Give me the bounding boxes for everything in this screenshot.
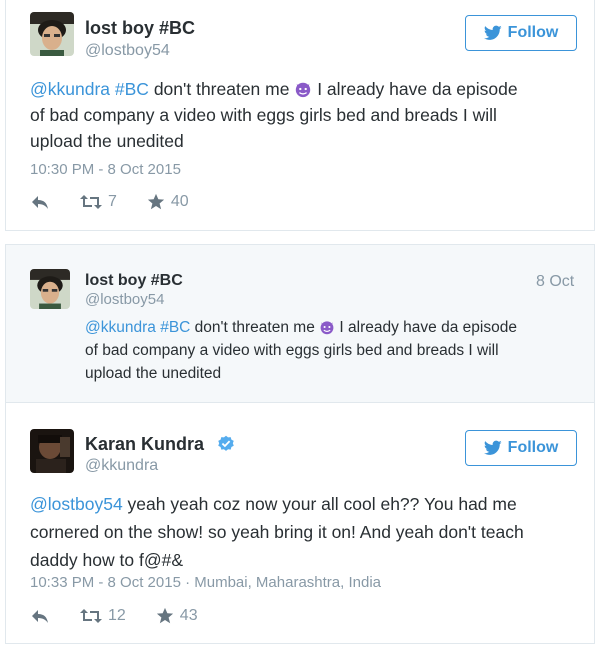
bird-icon — [483, 440, 502, 455]
hashtag-link[interactable]: #BC — [160, 319, 190, 336]
retweet-button[interactable]: 12 — [80, 607, 126, 625]
avatar-lostboy[interactable] — [30, 269, 70, 309]
display-name[interactable]: lost boy #BC — [85, 18, 195, 39]
text-segment: I already have da episode — [312, 79, 518, 99]
retweet-count: 12 — [108, 607, 126, 624]
screen-name[interactable]: @lostboy54 — [85, 291, 164, 308]
bird-icon — [483, 25, 502, 40]
screen-name[interactable]: @lostboy54 — [85, 42, 170, 60]
devil-emoji-icon — [320, 321, 334, 335]
text-line: of bad company a video with eggs girls b… — [85, 342, 499, 359]
tweet-text: @kkundra #BC don't threaten me I already… — [30, 76, 590, 154]
hashtag-link[interactable]: #BC — [115, 79, 149, 99]
quoted-tweet[interactable]: lost boy #BC @lostboy54 8 Oct @kkundra #… — [6, 245, 594, 403]
retweet-icon — [80, 195, 102, 209]
avatar-lostboy[interactable] — [30, 12, 74, 56]
like-count: 43 — [179, 607, 198, 624]
tweet-actions: 12 43 — [30, 607, 198, 625]
tweet-card-lostboy: lost boy #BC @lostboy54 Follow @kkundra … — [5, 0, 595, 231]
like-count: 40 — [170, 193, 189, 210]
mention-link[interactable]: @lostboy54 — [30, 494, 123, 514]
text-segment: don't threaten me — [148, 79, 295, 99]
follow-button[interactable]: Follow — [465, 15, 577, 51]
quoted-date[interactable]: 8 Oct — [536, 273, 574, 291]
tweet-actions: 7 40 — [30, 193, 189, 211]
text-segment: don't threaten me — [190, 319, 320, 336]
retweet-icon — [80, 609, 102, 623]
tweet-text: @lostboy54 yeah yeah coz now your all co… — [30, 490, 590, 574]
star-icon — [156, 607, 173, 624]
verified-badge-icon — [218, 435, 234, 451]
text-line: upload the unedited — [30, 131, 184, 151]
text-line: cornered on the show! so yeah bring it o… — [30, 522, 524, 542]
mention-link[interactable]: @kkundra — [85, 319, 156, 336]
mention-link[interactable]: @kkundra — [30, 79, 110, 99]
like-button[interactable]: 40 — [147, 193, 189, 211]
reply-button[interactable] — [30, 194, 50, 210]
display-name[interactable]: lost boy #BC — [85, 272, 183, 290]
follow-label: Follow — [507, 24, 559, 41]
like-button[interactable]: 43 — [156, 607, 198, 625]
reply-icon — [32, 610, 48, 623]
retweet-button[interactable]: 7 — [80, 193, 117, 211]
text-line: daddy how to f@#& — [30, 550, 183, 570]
screen-name[interactable]: @kkundra — [85, 457, 158, 475]
text-line: of bad company a video with eggs girls b… — [30, 105, 497, 125]
display-name[interactable]: Karan Kundra — [85, 434, 204, 455]
reply-icon — [32, 196, 48, 209]
text-line: upload the unedited — [85, 365, 222, 382]
follow-label: Follow — [507, 439, 559, 456]
reply-button[interactable] — [30, 608, 50, 624]
quoted-text: @kkundra #BC don't threaten me I already… — [85, 316, 585, 385]
star-icon — [147, 193, 165, 210]
avatar-karan[interactable] — [30, 429, 74, 473]
text-segment: yeah yeah coz now your all cool eh?? You… — [122, 494, 517, 514]
devil-emoji-icon — [296, 82, 311, 98]
text-segment: I already have da episode — [335, 319, 517, 336]
tweet-timestamp[interactable]: 10:30 PM - 8 Oct 2015 — [30, 161, 181, 178]
tweet-card-reply: lost boy #BC @lostboy54 8 Oct @kkundra #… — [5, 244, 595, 644]
follow-button[interactable]: Follow — [465, 430, 577, 466]
tweet-timestamp[interactable]: 10:33 PM - 8 Oct 2015 · Mumbai, Maharash… — [30, 574, 381, 591]
retweet-count: 7 — [108, 193, 117, 210]
